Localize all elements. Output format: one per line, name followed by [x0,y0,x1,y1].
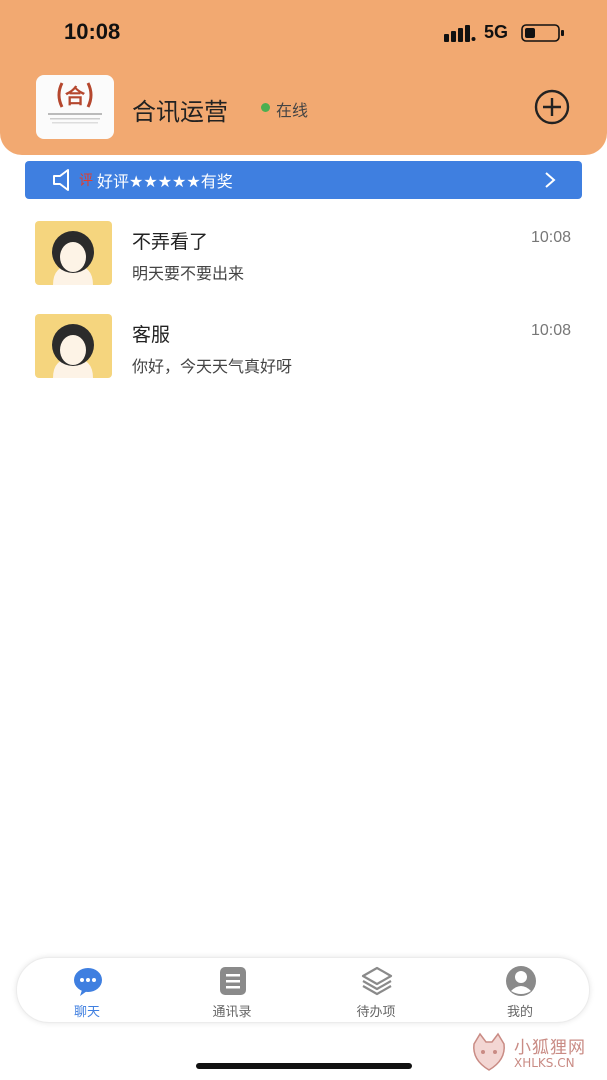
chat-item[interactable]: 不弄看了 明天要不要出来 10:08 [0,221,607,315]
promo-banner[interactable]: 评 好评★★★★★有奖 [25,161,582,199]
tab-label: 我的 [506,1005,533,1020]
network-type: 5G [484,22,509,42]
battery-icon [521,24,564,42]
home-indicator [196,1063,412,1069]
watermark-text: 小狐狸网 [514,1038,586,1058]
chat-item[interactable]: 客服 你好，今天天气真好呀 10:08 [0,314,607,408]
status-time: 10:08 [64,19,121,44]
layers-icon [361,966,393,996]
signal-icon [444,25,476,42]
app-header: 10:08 5G 合 合讯运营 在线 [0,0,607,155]
chat-time: 10:08 [530,322,571,339]
profile-icon [506,966,536,996]
add-icon[interactable] [533,88,571,126]
tab-bar: 聊天 通讯录 待办项 我的 [16,957,590,1023]
banner-mark: 评 [79,173,93,189]
chat-last-message: 你好，今天天气真好呀 [132,357,293,376]
chat-icon [74,968,102,996]
logo-glyph: 合 [65,84,86,108]
tab-todo[interactable]: 待办项 [331,958,421,1024]
chat-last-message: 明天要不要出来 [132,264,245,283]
online-status-text: 在线 [276,101,309,120]
tab-contacts[interactable]: 通讯录 [187,958,277,1024]
avatar [35,221,112,285]
tab-chat[interactable]: 聊天 [42,958,132,1024]
chat-name: 客服 [132,324,171,346]
chat-time: 10:08 [530,229,571,246]
app-title: 合讯运营 [132,98,228,126]
app-logo: 合 [36,75,114,139]
online-status-dot [261,103,270,112]
tab-label: 聊天 [73,1005,100,1020]
avatar [35,314,112,378]
tab-label: 通讯录 [212,1005,252,1020]
chevron-right-icon [545,172,556,188]
tab-profile[interactable]: 我的 [475,958,565,1024]
contacts-icon [220,967,246,995]
speaker-icon [53,169,69,191]
banner-text: 好评★★★★★有奖 [97,172,233,191]
chat-name: 不弄看了 [132,231,209,253]
watermark-domain: XHLKS.CN [514,1056,575,1070]
tab-label: 待办项 [356,1005,396,1020]
